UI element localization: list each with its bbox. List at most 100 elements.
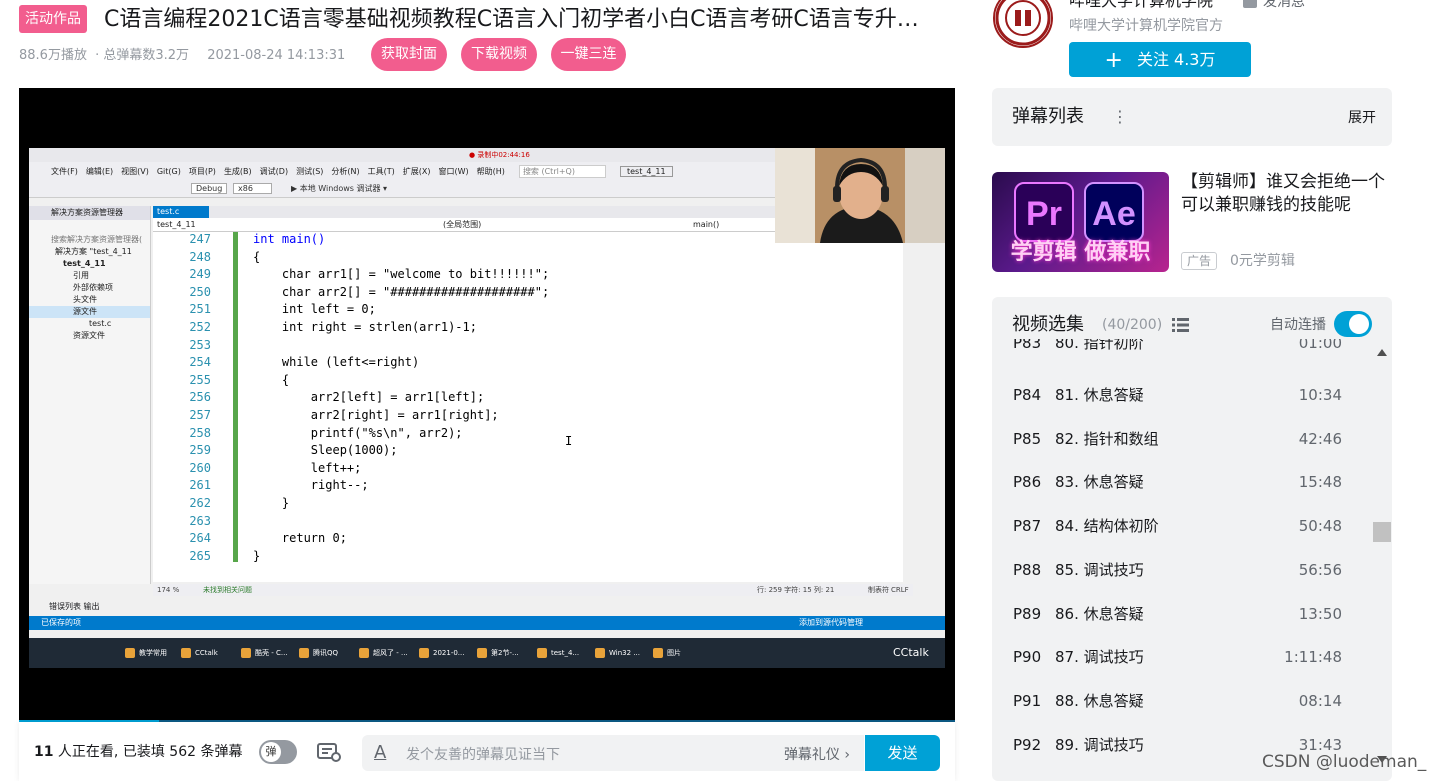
- tree-node: 头文件: [73, 295, 97, 304]
- code-line: while (left<=right): [253, 355, 420, 370]
- tree-node: 资源文件: [73, 331, 105, 340]
- episode-item[interactable]: P90 87. 调试技巧 1:11:48: [992, 635, 1372, 679]
- episode-title: 84. 结构体初阶: [1055, 517, 1159, 535]
- episode-title: 86. 休息答疑: [1055, 605, 1144, 623]
- episode-part: P90: [1013, 648, 1042, 666]
- taskbar-item: test_4...: [533, 642, 579, 664]
- episode-part: P85: [1013, 430, 1042, 448]
- episode-item[interactable]: P88 85. 调试技巧 56:56: [992, 548, 1372, 592]
- code-line: int left = 0;: [253, 302, 376, 317]
- vs-menu-item: 分析(N): [331, 166, 360, 176]
- add-to-source: 添加到源代码管理: [799, 618, 863, 627]
- line-number: 256: [189, 390, 211, 405]
- episode-item[interactable]: P91 88. 休息答疑 08:14: [992, 679, 1372, 723]
- line-number: 253: [189, 337, 211, 352]
- code-line: {: [253, 249, 261, 264]
- episode-title: 81. 休息答疑: [1055, 386, 1144, 404]
- episode-title: 85. 调试技巧: [1055, 561, 1144, 579]
- episode-part: P92: [1013, 736, 1042, 754]
- vs-menu-item: 帮助(H): [476, 166, 505, 176]
- play-count: 88.6万播放: [19, 48, 87, 63]
- scroll-up-icon[interactable]: [1377, 349, 1387, 356]
- line-number: 261: [189, 478, 211, 493]
- send-message-link[interactable]: 发消息: [1243, 0, 1305, 12]
- danmaku-list-panel[interactable]: 弹幕列表 ⋮ 展开: [992, 88, 1392, 146]
- line-number: 257: [189, 408, 211, 422]
- line-number: 259: [189, 443, 211, 458]
- vs-menu-item: 测试(S): [296, 166, 324, 176]
- episode-item[interactable]: P86 83. 休息答疑 15:48: [992, 460, 1372, 504]
- solution-explorer-title: 解决方案资源管理器: [29, 206, 150, 220]
- episode-title: 80. 指针初阶: [1055, 339, 1144, 352]
- more-menu-icon[interactable]: ⋮: [1112, 108, 1128, 126]
- send-danmaku-button[interactable]: 发送: [865, 735, 940, 771]
- tree-node: 解决方案 "test_4_11: [55, 247, 132, 256]
- danmaku-settings-icon[interactable]: [316, 741, 342, 763]
- autoplay-toggle[interactable]: [1334, 311, 1372, 337]
- episode-scrollbar[interactable]: [1373, 347, 1391, 767]
- danmaku-input[interactable]: A 发个友善的弹幕见证当下 弹幕礼仪 ›: [362, 735, 864, 771]
- episode-title: 88. 休息答疑: [1055, 692, 1144, 710]
- publish-date: 2021-08-24 14:13:31: [207, 48, 346, 63]
- video-title: C语言编程2021C语言零基础视频教程C语言入门初学者小白C语言考研C语言专升…: [104, 7, 919, 32]
- danmaku-total: · 总弹幕数3.2万: [95, 48, 190, 63]
- episode-title: 83. 休息答疑: [1055, 473, 1144, 491]
- activity-badge[interactable]: 活动作品: [19, 5, 87, 33]
- ad-title[interactable]: 【剪辑师】谁又会拒绝一个可以兼职赚钱的技能呢: [1181, 171, 1396, 217]
- line-number: 258: [189, 425, 211, 440]
- vs-project-badge: test_4_11: [619, 165, 673, 177]
- episode-panel: 视频选集 (40/200) 自动连播 P83 80. 指针初阶 01:00 P8…: [992, 297, 1392, 781]
- episode-part: P86: [1013, 473, 1042, 491]
- video-player[interactable]: ● 录制中02:44:16 文件(F) 编辑(E) 视图(V) Git(G) 项…: [19, 88, 955, 722]
- get-cover-button[interactable]: 获取封面: [371, 38, 447, 71]
- uploader-avatar[interactable]: [993, 0, 1053, 48]
- line-number: 255: [189, 372, 211, 387]
- cursor-position: 行: 259 字符: 15 列: 21: [757, 586, 835, 594]
- tree-node: 外部依赖项: [73, 283, 113, 292]
- recording-indicator: ● 录制中02:44:16: [469, 151, 530, 159]
- editor-tab-active: test.c: [153, 206, 209, 218]
- code-line: Sleep(1000);: [253, 443, 398, 458]
- episode-duration: 01:00: [1298, 339, 1342, 352]
- vs-menu-item: 窗口(W): [438, 166, 469, 176]
- ad-image[interactable]: Pr Ae 学剪辑 做兼职: [992, 172, 1169, 272]
- line-number: 252: [189, 320, 211, 334]
- code-line: return 0;: [253, 531, 347, 546]
- line-number: 247: [189, 232, 211, 246]
- download-video-button[interactable]: 下载视频: [461, 38, 537, 71]
- editor-status-bar: 174 % 未找到相关问题 行: 259 字符: 15 列: 21 制表符 CR…: [153, 584, 913, 596]
- follow-button[interactable]: + 关注 4.3万: [1069, 42, 1251, 77]
- danmaku-style-icon[interactable]: A: [374, 742, 386, 763]
- episode-item[interactable]: P83 80. 指针初阶 01:00: [992, 339, 1372, 365]
- taskbar-item: 超风了 - ...: [355, 642, 408, 664]
- expand-button[interactable]: 展开: [1348, 107, 1376, 127]
- viewer-text: 人正在看, 已装填 562 条弹幕: [53, 744, 243, 760]
- code-line: char arr1[] = "welcome to bit!!!!!!";: [253, 267, 550, 282]
- uploader-name[interactable]: 哔哩大学计算机学院: [1069, 0, 1213, 12]
- vs-menu-item: 编辑(E): [85, 166, 114, 176]
- scroll-thumb[interactable]: [1373, 522, 1391, 542]
- line-number: 262: [189, 496, 211, 510]
- danmaku-etiquette-link[interactable]: 弹幕礼仪 ›: [784, 744, 850, 764]
- video-frame: ● 录制中02:44:16 文件(F) 编辑(E) 视图(V) Git(G) 项…: [29, 148, 945, 668]
- tree-node: test_4_11: [63, 259, 106, 268]
- vs-menu-item: 扩展(X): [402, 166, 431, 176]
- taskbar-item: 腾讯QQ: [295, 642, 338, 664]
- episode-item[interactable]: P87 84. 结构体初阶 50:48: [992, 504, 1372, 548]
- ad-caption: 学剪辑 做兼职: [1010, 240, 1151, 265]
- episode-item[interactable]: P84 81. 休息答疑 10:34: [992, 373, 1372, 417]
- episode-item[interactable]: P89 86. 休息答疑 13:50: [992, 592, 1372, 636]
- uploader-description: 哔哩大学计算机学院官方: [1069, 18, 1223, 34]
- triple-like-button[interactable]: 一键三连: [551, 38, 626, 71]
- line-number: 254: [189, 355, 211, 370]
- code-line: right--;: [253, 478, 369, 493]
- vs-menu-item: 视图(V): [121, 166, 149, 176]
- list-view-icon[interactable]: [1172, 318, 1189, 332]
- episode-item[interactable]: P85 82. 指针和数组 42:46: [992, 417, 1372, 461]
- danmaku-toggle[interactable]: 弹: [259, 740, 297, 764]
- taskbar-item: 教学常用: [121, 642, 167, 664]
- vs-config: Debug: [191, 183, 228, 194]
- episode-duration: 08:14: [1298, 692, 1342, 710]
- ad-price: 0元学剪辑: [1230, 253, 1295, 269]
- zoom-level: 174 %: [157, 586, 180, 594]
